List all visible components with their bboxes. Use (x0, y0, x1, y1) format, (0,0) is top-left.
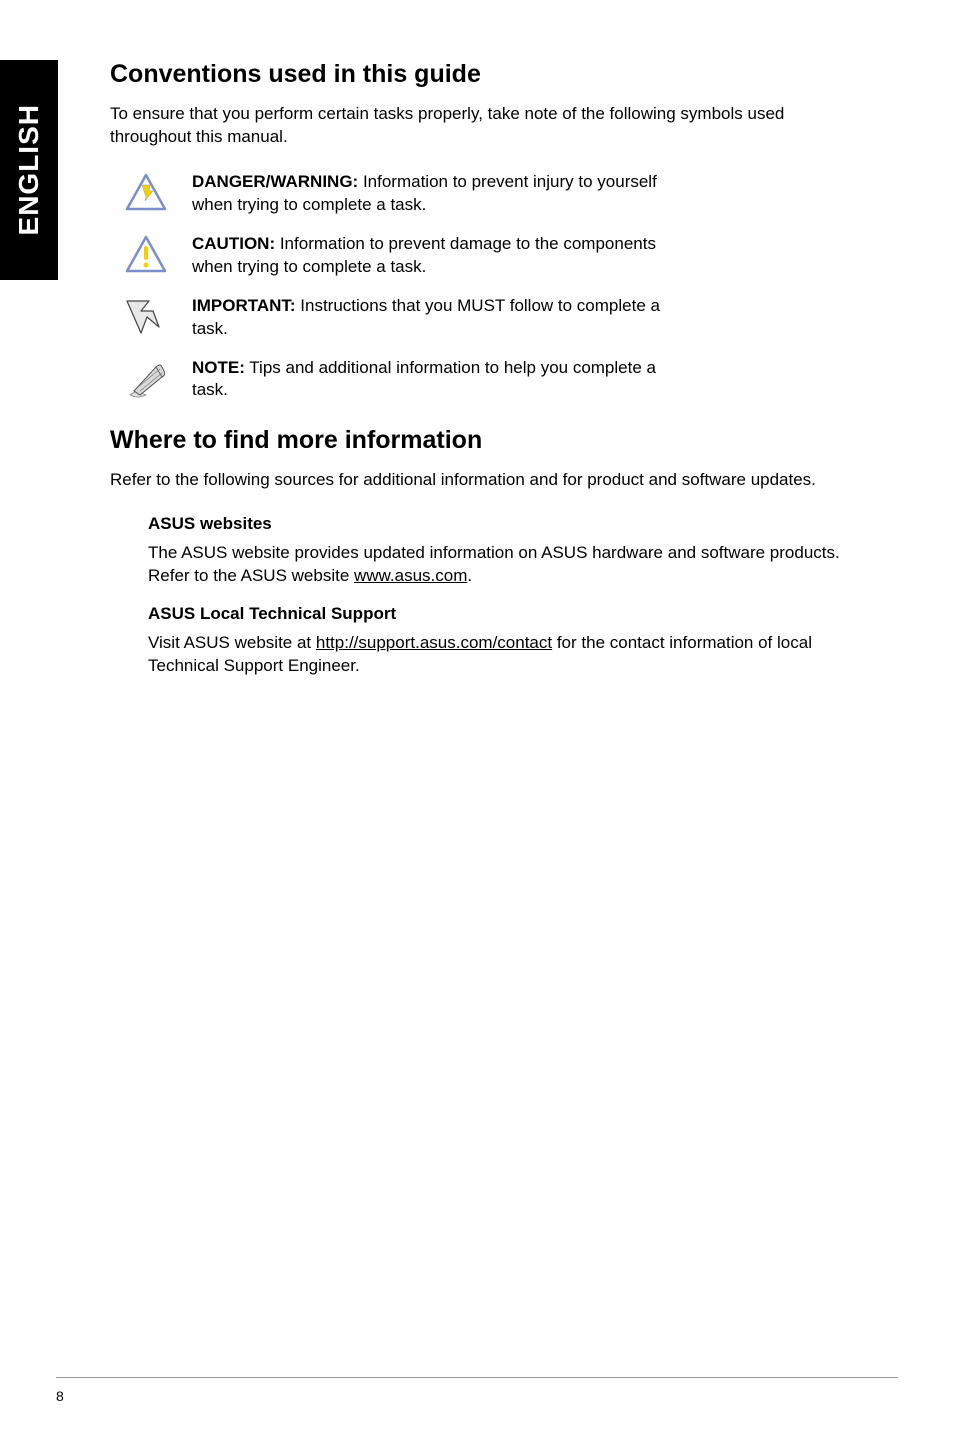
danger-icon (118, 171, 174, 213)
section1-heading: Conventions used in this guide (110, 60, 864, 89)
sub1-heading: ASUS websites (148, 514, 864, 534)
note-icon (118, 357, 174, 401)
sub1-text: The ASUS website provides updated inform… (148, 542, 864, 588)
language-tab: ENGLISH (0, 60, 58, 280)
section2-intro: Refer to the following sources for addit… (110, 469, 864, 492)
main-content: Conventions used in this guide To ensure… (0, 0, 954, 734)
page-number: 8 (56, 1388, 64, 1404)
symbol-row-caution: CAUTION: Information to prevent damage t… (110, 233, 864, 279)
symbol-row-important: IMPORTANT: Instructions that you MUST fo… (110, 295, 864, 341)
important-text: IMPORTANT: Instructions that you MUST fo… (174, 295, 674, 341)
danger-text: DANGER/WARNING: Information to prevent i… (174, 171, 674, 217)
footer-divider (56, 1377, 898, 1378)
symbol-row-danger: DANGER/WARNING: Information to prevent i… (110, 171, 864, 217)
caution-text: CAUTION: Information to prevent damage t… (174, 233, 674, 279)
section1-intro: To ensure that you perform certain tasks… (110, 103, 864, 149)
important-icon (118, 295, 174, 337)
symbol-row-note: NOTE: Tips and additional information to… (110, 357, 864, 403)
caution-icon (118, 233, 174, 275)
note-text: NOTE: Tips and additional information to… (174, 357, 674, 403)
asus-support-link[interactable]: http://support.asus.com/contact (316, 633, 552, 652)
section2-heading: Where to find more information (110, 426, 864, 455)
sub2-text: Visit ASUS website at http://support.asu… (148, 632, 864, 678)
subsection-websites: ASUS websites The ASUS website provides … (110, 514, 864, 678)
sub2-heading: ASUS Local Technical Support (148, 604, 864, 624)
asus-website-link[interactable]: www.asus.com (354, 566, 467, 585)
language-label: ENGLISH (13, 104, 45, 235)
